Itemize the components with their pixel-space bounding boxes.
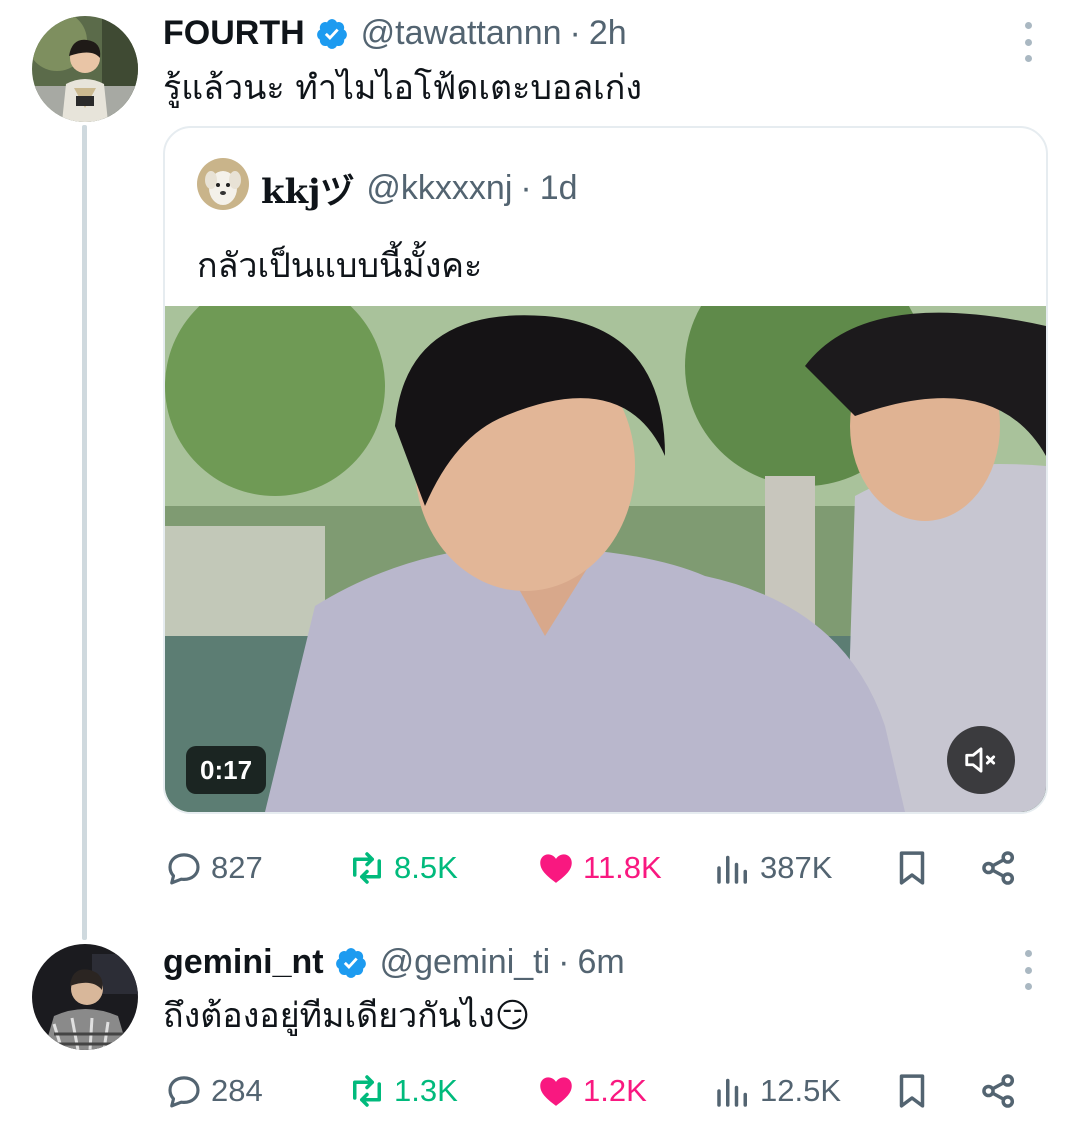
quoted-tweet[interactable]: kkjヅ @kkxxxnj · 1d กลัวเป็นแบบนี้มั้งคะ [163, 126, 1048, 814]
timestamp[interactable]: 2h [589, 14, 627, 53]
reply-button[interactable]: 284 [163, 1066, 263, 1116]
quote-text: กลัวเป็นแบบนี้มั้งคะ [197, 246, 483, 286]
retweet-button[interactable]: 8.5K [346, 843, 458, 893]
tweet-text: รู้แล้วนะ ทำไมไอโฟ้ดเตะบอลเก่ง [163, 68, 642, 108]
views-button[interactable]: 387K [712, 843, 832, 893]
quote-display-name[interactable]: kkjヅ [261, 164, 354, 213]
handle[interactable]: @gemini_ti [380, 943, 551, 982]
share-button[interactable] [978, 843, 1026, 893]
separator: · [558, 943, 570, 981]
reply-count: 284 [211, 1073, 263, 1108]
bookmark-button[interactable] [891, 1066, 939, 1116]
retweet-count: 8.5K [394, 850, 458, 885]
quote-timestamp[interactable]: 1d [540, 169, 578, 208]
tweet-text: ถึงต้องอยู่ทีมเดียวกันไง😏 [163, 996, 531, 1036]
mute-icon [965, 747, 996, 773]
quote-separator: · [520, 169, 532, 207]
tweet-header: FOURTH @tawattannn · 2h [163, 14, 627, 53]
verified-badge-icon [316, 18, 347, 49]
tweet-actions: 284 1.3K 1.2K 12.5K [163, 1066, 1043, 1116]
reply-count: 827 [211, 850, 263, 885]
retweet-icon [353, 1075, 381, 1107]
share-button[interactable] [978, 1066, 1026, 1116]
like-count: 1.2K [583, 1073, 647, 1108]
share-icon [982, 1074, 1015, 1108]
quote-avatar[interactable] [197, 158, 249, 210]
views-icon [717, 855, 747, 884]
timestamp[interactable]: 6m [578, 943, 625, 982]
display-name[interactable]: FOURTH [163, 14, 305, 53]
views-icon [717, 1078, 747, 1107]
retweet-count: 1.3K [394, 1073, 458, 1108]
reply-icon [168, 1076, 200, 1108]
like-button[interactable]: 11.8K [535, 843, 662, 893]
reply-icon [168, 853, 200, 885]
bookmark-icon [899, 851, 925, 885]
views-button[interactable]: 12.5K [712, 1066, 841, 1116]
view-count: 387K [760, 850, 833, 885]
avatar[interactable] [32, 16, 138, 122]
display-name[interactable]: gemini_nt [163, 943, 324, 982]
handle[interactable]: @tawattannn [361, 14, 562, 53]
like-icon [540, 1077, 572, 1106]
view-count: 12.5K [760, 1073, 842, 1108]
verified-badge-icon [335, 947, 366, 978]
quote-handle[interactable]: @kkxxxnj [366, 169, 512, 208]
reply-button[interactable]: 827 [163, 843, 263, 893]
mute-button[interactable] [947, 726, 1015, 794]
quote-header: kkjヅ @kkxxxnj · 1d [261, 164, 578, 213]
like-icon [540, 854, 572, 883]
avatar[interactable] [32, 944, 138, 1050]
video-player[interactable]: 0:17 [165, 306, 1046, 812]
like-button[interactable]: 1.2K [535, 1066, 647, 1116]
like-count: 11.8K [583, 850, 662, 885]
retweet-button[interactable]: 1.3K [346, 1066, 458, 1116]
share-icon [982, 851, 1015, 885]
separator: · [569, 14, 581, 52]
tweet-fourth[interactable]: FOURTH @tawattannn · 2h รู้แล้วนะ ทำไมไอ… [0, 0, 1080, 930]
video-frame [165, 306, 1046, 812]
bookmark-icon [899, 1074, 925, 1108]
more-icon[interactable] [1020, 950, 1036, 990]
tweet-gemini[interactable]: gemini_nt @gemini_ti · 6m ถึงต้องอยู่ทีม… [0, 930, 1080, 1134]
more-icon[interactable] [1020, 22, 1036, 62]
video-duration: 0:17 [186, 746, 267, 794]
tweet-header: gemini_nt @gemini_ti · 6m [163, 943, 625, 982]
bookmark-button[interactable] [891, 843, 939, 893]
tweet-actions: 827 8.5K 11.8K 387K [163, 843, 1043, 893]
retweet-icon [353, 852, 381, 884]
